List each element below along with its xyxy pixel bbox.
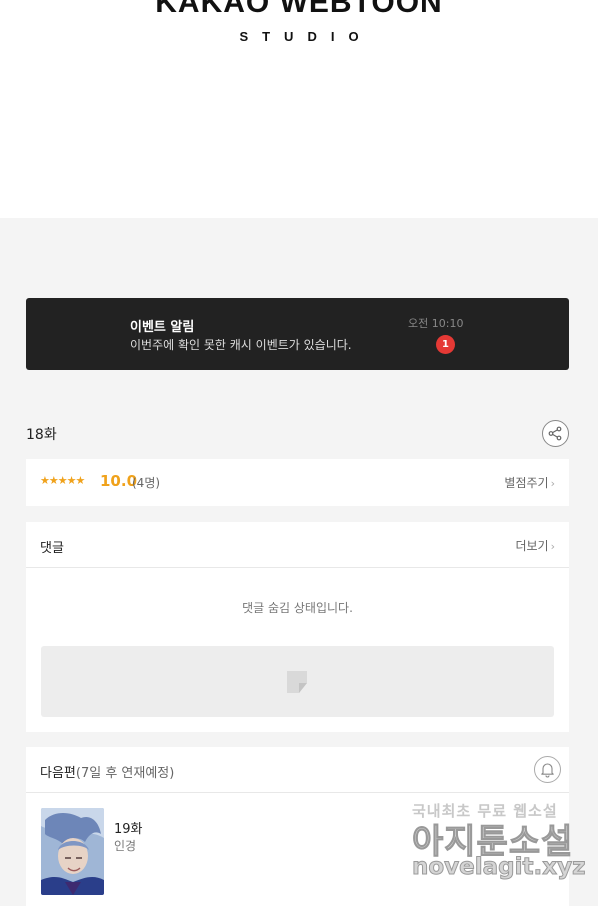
chevron-right-icon: ›: [550, 540, 555, 553]
next-episode-thumbnail[interactable]: [41, 808, 104, 895]
event-notification-banner[interactable]: 이벤트 알림 이번주에 확인 못한 캐시 이벤트가 있습니다. 오전 10:10…: [26, 298, 569, 370]
ad-placeholder-icon: [287, 671, 307, 693]
rating-card: ★★★★★ 10.0 (4명) 별점주기 ›: [26, 459, 569, 506]
share-icon: [548, 426, 562, 441]
watermark-url: novelagit.xyz: [411, 854, 586, 881]
next-episode-title[interactable]: 19화: [114, 818, 143, 837]
next-episode-schedule: (7일 후 연재예정): [75, 766, 175, 781]
rating-stars: ★★★★★: [40, 474, 85, 487]
comments-title: 댓글: [40, 541, 64, 556]
notification-badge: 1: [436, 335, 455, 354]
notify-button[interactable]: [534, 756, 561, 783]
bell-icon: [541, 763, 554, 778]
next-episode-subtitle: 인경: [114, 839, 137, 853]
comments-header: 댓글 더보기 ›: [26, 522, 569, 568]
rate-button[interactable]: 별점주기 ›: [504, 474, 555, 491]
event-title: 이벤트 알림: [130, 320, 195, 335]
share-button[interactable]: [542, 420, 569, 447]
next-episode-header: 다음편(7일 후 연재예정): [26, 747, 569, 793]
chevron-right-icon: ›: [550, 477, 555, 490]
rating-count: (4명): [132, 476, 161, 490]
comments-hidden-message: 댓글 숨김 상태입니다.: [242, 601, 353, 615]
episode-title: 18화: [26, 427, 57, 443]
ad-placeholder[interactable]: [41, 646, 554, 717]
brand-subtitle: STUDIO: [239, 29, 373, 44]
event-time: 오전 10:10: [408, 317, 464, 330]
comments-card: 댓글 더보기 › 댓글 숨김 상태입니다.: [26, 522, 569, 732]
brand-logo: KAKAO WEBTOON: [155, 0, 443, 19]
watermark: 국내최초 무료 웹소설 아지툰소설 novelagit.xyz: [411, 800, 586, 890]
comments-more-button[interactable]: 더보기 ›: [515, 537, 555, 554]
more-label: 더보기: [515, 539, 549, 553]
rate-button-label: 별점주기: [504, 476, 549, 490]
next-episode-heading: 다음편(7일 후 연재예정): [40, 762, 174, 781]
event-message: 이번주에 확인 못한 캐시 이벤트가 있습니다.: [130, 338, 352, 352]
header-area: KAKAO WEBTOON STUDIO: [0, 0, 598, 218]
next-episode-label: 다음편: [40, 766, 76, 781]
